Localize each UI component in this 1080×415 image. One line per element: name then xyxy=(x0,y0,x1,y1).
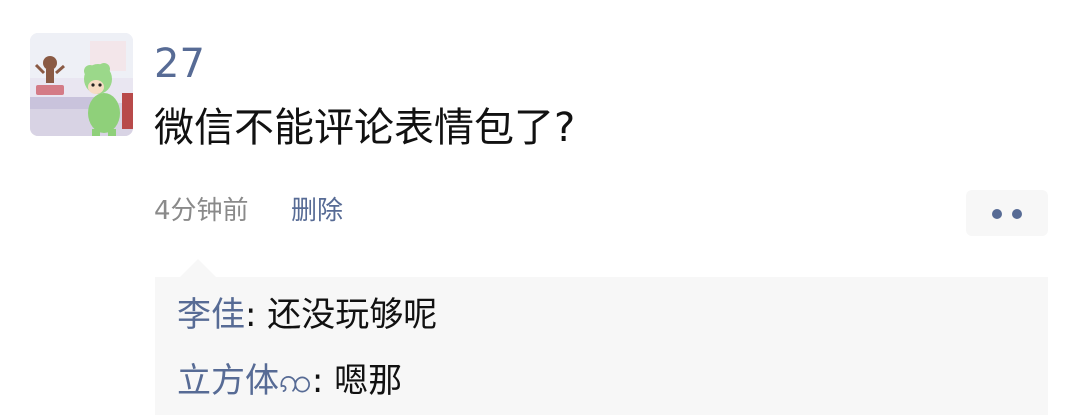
comment-box-caret xyxy=(180,259,216,277)
comment-separator: : xyxy=(311,361,335,401)
post-username[interactable]: 27 xyxy=(154,40,205,88)
post-text: 微信不能评论表情包了? xyxy=(154,105,576,151)
avatar[interactable] xyxy=(30,33,133,136)
comment-text: 嗯那 xyxy=(334,361,403,401)
more-dots-icon xyxy=(1012,209,1022,219)
post-timestamp: 4分钟前 xyxy=(154,196,249,226)
comment-item: 李佳: 还没玩够呢 xyxy=(177,293,437,337)
comment-author[interactable]: 立方体 xyxy=(177,361,279,401)
delete-button[interactable]: 删除 xyxy=(291,193,343,229)
comment-author[interactable]: 李佳 xyxy=(177,295,245,335)
comment-list: 李佳: 还没玩够呢 立方体ꩡ: 嗯那 xyxy=(155,277,1048,415)
comment-text: 还没玩够呢 xyxy=(267,295,438,335)
more-dots-icon xyxy=(992,209,1002,219)
comment-item: 立方体ꩡ: 嗯那 xyxy=(177,359,402,403)
avatar-image xyxy=(30,33,133,136)
moments-post: 27 微信不能评论表情包了? 4分钟前 删除 李佳: 还没玩够呢 立方体ꩡ: 嗯… xyxy=(0,0,1080,415)
comment-author-emoji: ꩡ xyxy=(279,361,312,401)
comment-separator: : xyxy=(245,295,268,335)
more-button[interactable] xyxy=(966,190,1048,236)
